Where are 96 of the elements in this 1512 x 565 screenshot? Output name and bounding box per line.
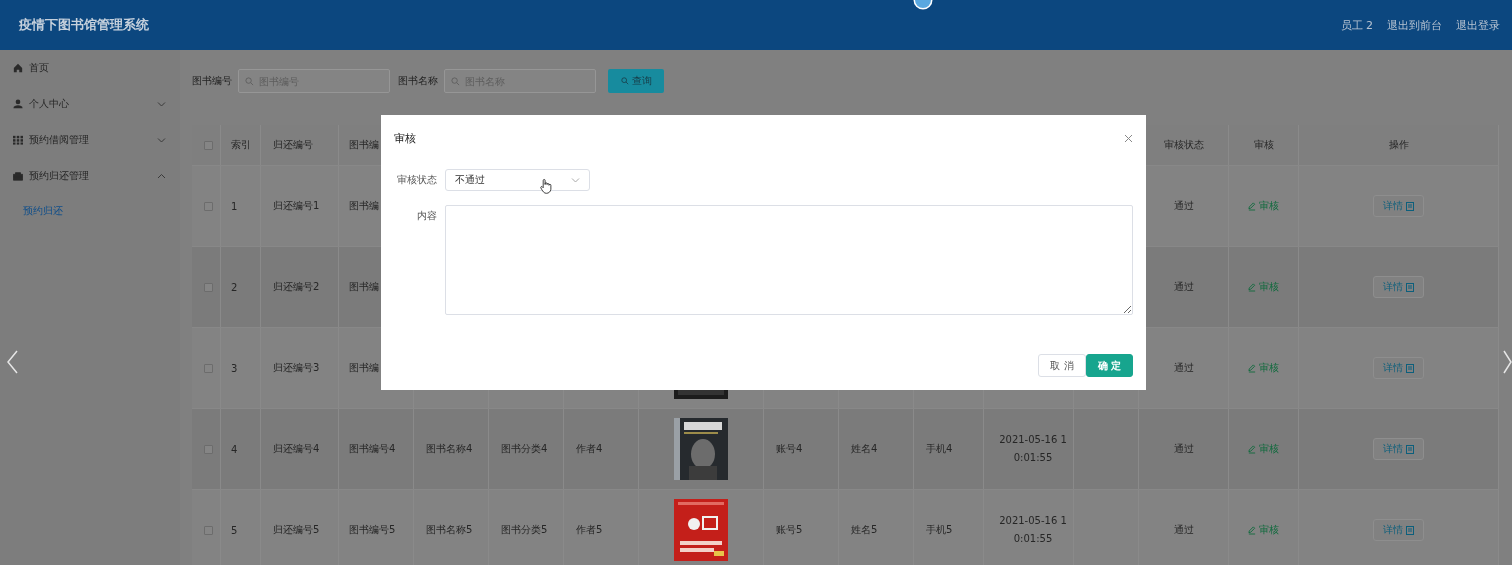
table-cell: 姓名5 xyxy=(851,523,878,537)
table-cell: 图书编 xyxy=(349,199,379,213)
table-cell: 通过 xyxy=(1173,523,1194,537)
field-label: 图书名称 xyxy=(398,74,438,88)
checkbox[interactable] xyxy=(204,282,213,292)
checkbox[interactable] xyxy=(204,444,213,454)
table-cell: 4 xyxy=(231,443,238,455)
chevron-right-icon xyxy=(1503,350,1512,374)
dialog-title: 审核 xyxy=(394,130,416,146)
document-icon xyxy=(1406,282,1414,292)
table-cell: 通过 xyxy=(1173,361,1194,375)
submenu-item[interactable]: 预约归还 xyxy=(0,194,180,228)
detail-button[interactable]: 详情 xyxy=(1373,519,1424,541)
pencil-icon xyxy=(1248,525,1256,535)
document-icon xyxy=(1406,201,1414,211)
table-cell: 作者5 xyxy=(576,523,603,537)
review-link[interactable]: 审核 xyxy=(1248,199,1279,213)
table-cell: 手机5 xyxy=(926,523,953,537)
review-link[interactable]: 审核 xyxy=(1248,442,1279,456)
table-cell: 姓名4 xyxy=(851,442,878,456)
table-cell-text: 2021-05-16 10:01:55 xyxy=(998,514,1068,546)
column-header: 审核 xyxy=(1253,138,1274,152)
review-link[interactable]: 审核 xyxy=(1248,280,1279,294)
menu-item[interactable]: 个人中心 xyxy=(0,86,180,122)
table-cell: 通过 xyxy=(1173,280,1194,294)
header-link[interactable]: 退出登录 xyxy=(1456,17,1500,33)
document-icon xyxy=(1406,444,1414,454)
search-icon xyxy=(620,77,629,85)
table-cell: 通过 xyxy=(1173,199,1194,213)
content-field[interactable] xyxy=(445,205,1133,315)
column-header: 图书编 xyxy=(349,138,379,152)
menu-item[interactable]: 首页 xyxy=(0,50,180,86)
status-select[interactable]: 不通过 xyxy=(445,169,590,191)
table-cell: 5 xyxy=(231,524,238,536)
column-header: 操作 xyxy=(1388,138,1409,152)
field-label: 内容 xyxy=(416,209,437,223)
field-label: 图书编号 xyxy=(192,74,232,88)
grid-icon xyxy=(13,135,23,145)
table-cell: 图书编号4 xyxy=(349,442,396,456)
cancel-button[interactable]: 取 消 xyxy=(1038,354,1086,377)
close-icon xyxy=(1124,133,1133,143)
document-icon xyxy=(1406,525,1414,535)
review-link[interactable]: 审核 xyxy=(1248,361,1279,375)
table-cell: 归还编号4 xyxy=(273,442,320,456)
detail-button[interactable]: 详情 xyxy=(1373,195,1424,217)
table-cell: 图书名称5 xyxy=(426,523,473,537)
menu-item[interactable]: 预约借阅管理 xyxy=(0,122,180,158)
detail-button[interactable]: 详情 xyxy=(1373,438,1424,460)
pencil-icon xyxy=(1248,282,1256,292)
pencil-icon xyxy=(1248,363,1256,373)
table-cell: 作者4 xyxy=(576,442,603,456)
close-button[interactable] xyxy=(1124,133,1133,143)
table-cell: 图书编 xyxy=(349,280,379,294)
table-cell: 图书名称4 xyxy=(426,442,473,456)
app-title: 疫情下图书馆管理系统 xyxy=(19,16,149,34)
table-cell: 图书编号5 xyxy=(349,523,396,537)
user-name: 员工 2 xyxy=(1340,17,1373,33)
table-cell: 图书分类4 xyxy=(501,442,548,456)
document-icon xyxy=(1406,363,1414,373)
table-cell: 归还编号5 xyxy=(273,523,320,537)
review-link[interactable]: 审核 xyxy=(1248,523,1279,537)
pencil-icon xyxy=(1248,444,1256,454)
table-cell: 归还编号1 xyxy=(273,199,320,213)
table-cell: 3 xyxy=(231,362,238,374)
field-label: 审核状态 xyxy=(396,173,437,187)
search-button[interactable]: 查询 xyxy=(608,69,664,93)
confirm-button[interactable]: 确 定 xyxy=(1085,354,1133,377)
table-cell: 图书编 xyxy=(349,361,379,375)
user-icon xyxy=(13,99,23,109)
detail-button[interactable]: 详情 xyxy=(1373,276,1424,298)
table-cell: 通过 xyxy=(1173,442,1194,456)
home-icon xyxy=(13,63,23,73)
table-cell: 账号5 xyxy=(776,523,803,537)
chevron-down-icon xyxy=(571,177,580,183)
column-header: 审核状态 xyxy=(1163,138,1204,152)
briefcase-icon xyxy=(13,171,23,181)
table-cell: 2 xyxy=(231,281,238,293)
column-header: 归还编号 xyxy=(273,138,313,152)
checkbox[interactable] xyxy=(204,525,213,535)
checkbox[interactable] xyxy=(204,363,213,373)
table-cell: 1 xyxy=(231,200,238,212)
chevron-left-icon xyxy=(6,350,18,374)
table-cell-text: 2021-05-16 10:01:55 xyxy=(998,433,1068,465)
header-link[interactable]: 退出到前台 xyxy=(1387,17,1442,33)
table-cell: 手机4 xyxy=(926,442,953,456)
table-cell: 账号4 xyxy=(776,442,803,456)
table-cell: 归还编号3 xyxy=(273,361,320,375)
table-cell: 归还编号2 xyxy=(273,280,320,294)
hand-cursor-icon xyxy=(540,178,552,195)
checkbox[interactable] xyxy=(204,201,213,211)
table-cell: 图书分类5 xyxy=(501,523,548,537)
checkbox[interactable] xyxy=(204,140,213,150)
pencil-icon xyxy=(1248,201,1256,211)
detail-button[interactable]: 详情 xyxy=(1373,357,1424,379)
column-header: 索引 xyxy=(231,138,251,152)
menu-item[interactable]: 预约归还管理 xyxy=(0,158,180,194)
